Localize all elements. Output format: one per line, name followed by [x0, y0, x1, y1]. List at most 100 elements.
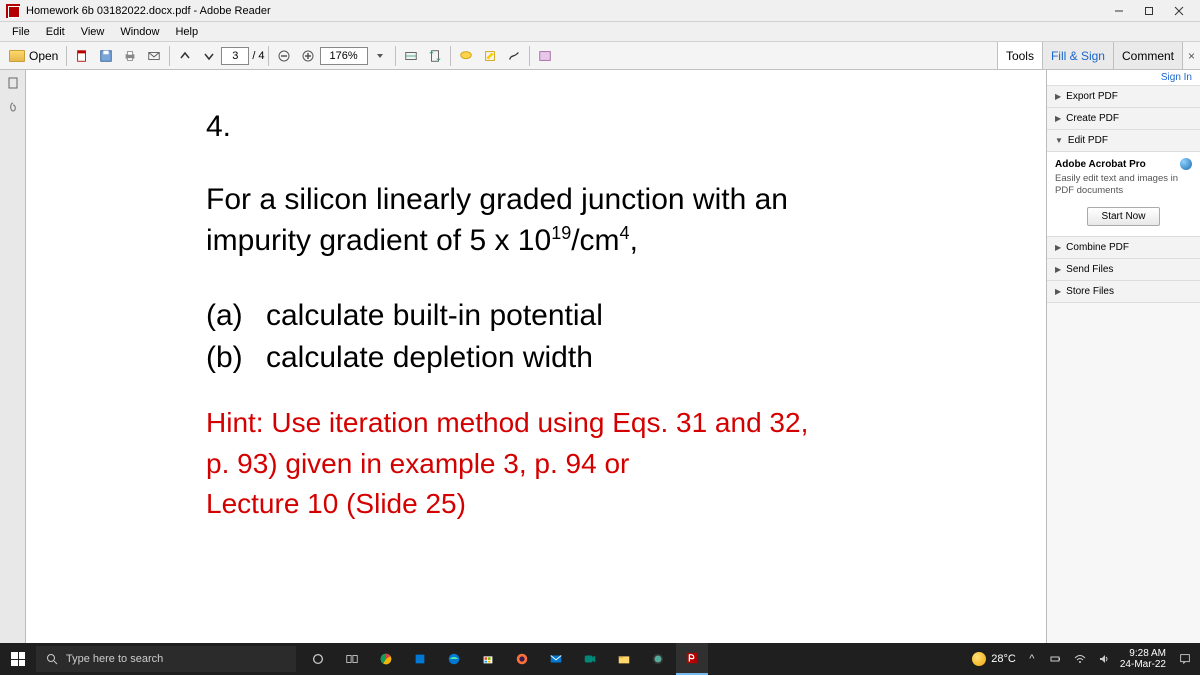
edit-pdf-panel: Adobe Acrobat Pro Easily edit text and i… — [1047, 152, 1200, 237]
app-icon[interactable] — [642, 643, 674, 675]
open-button[interactable]: Open — [5, 45, 62, 67]
sign-in-link[interactable]: Sign In — [1047, 70, 1200, 86]
zoom-out-button[interactable] — [273, 45, 295, 67]
file-explorer-icon[interactable] — [608, 643, 640, 675]
wifi-icon[interactable] — [1072, 651, 1088, 667]
menu-window[interactable]: Window — [112, 24, 167, 40]
menu-help[interactable]: Help — [167, 24, 206, 40]
taskbar-apps — [302, 643, 708, 675]
chevron-right-icon: ▶ — [1055, 243, 1061, 252]
print-button[interactable] — [119, 45, 141, 67]
question-number: 4. — [206, 110, 1046, 144]
zoom-in-button[interactable] — [297, 45, 319, 67]
edge-icon[interactable] — [438, 643, 470, 675]
battery-icon[interactable] — [1048, 651, 1064, 667]
close-button[interactable] — [1164, 1, 1194, 21]
highlight-tool-button[interactable] — [479, 45, 501, 67]
chrome-icon[interactable] — [370, 643, 402, 675]
tray-chevron-icon[interactable]: ^ — [1024, 651, 1040, 667]
start-button[interactable] — [0, 643, 36, 675]
attachments-icon[interactable] — [4, 98, 22, 116]
toolbar: Open / 4 Tools Fill & Sign Comment × — [0, 42, 1200, 70]
page-up-button[interactable] — [174, 45, 196, 67]
chevron-right-icon: ▶ — [1055, 114, 1061, 123]
firefox-icon[interactable] — [506, 643, 538, 675]
sun-icon — [972, 652, 986, 666]
item-b: (b)calculate depletion width — [206, 337, 1046, 379]
save-button[interactable] — [95, 45, 117, 67]
settings-icon[interactable] — [404, 643, 436, 675]
maximize-button[interactable] — [1134, 1, 1164, 21]
combine-pdf-section[interactable]: ▶Combine PDF — [1047, 237, 1200, 259]
export-pdf-section[interactable]: ▶Export PDF — [1047, 86, 1200, 108]
globe-icon — [1180, 158, 1192, 170]
taskbar-search[interactable]: Type here to search — [36, 646, 296, 672]
chevron-right-icon: ▶ — [1055, 287, 1061, 296]
minimize-button[interactable] — [1104, 1, 1134, 21]
menu-bar: File Edit View Window Help — [0, 22, 1200, 42]
comment-tool-button[interactable] — [455, 45, 477, 67]
page-separator: / — [249, 50, 258, 62]
meet-icon[interactable] — [574, 643, 606, 675]
zoom-dropdown[interactable] — [369, 45, 391, 67]
chevron-right-icon: ▶ — [1055, 265, 1061, 274]
search-placeholder: Type here to search — [66, 653, 163, 665]
menu-file[interactable]: File — [4, 24, 38, 40]
document-viewport[interactable]: 4. For a silicon linearly graded junctio… — [26, 70, 1046, 643]
window-title: Homework 6b 03182022.docx.pdf - Adobe Re… — [26, 5, 1104, 17]
windows-taskbar: Type here to search 28°C ^ 9:28 AM 24-Ma… — [0, 643, 1200, 675]
store-files-section[interactable]: ▶Store Files — [1047, 281, 1200, 303]
problem-paragraph: For a silicon linearly graded junction w… — [206, 180, 1046, 261]
email-button[interactable] — [143, 45, 165, 67]
mail-icon[interactable] — [540, 643, 572, 675]
create-pdf-button[interactable] — [71, 45, 93, 67]
zoom-input[interactable] — [320, 47, 368, 65]
notifications-icon[interactable] — [1174, 648, 1196, 670]
toolbar-separator — [169, 46, 170, 66]
adobe-reader-taskbar-icon[interactable] — [676, 643, 708, 675]
thumbnails-icon[interactable] — [4, 74, 22, 92]
page-number-input[interactable] — [221, 47, 249, 65]
menu-edit[interactable]: Edit — [38, 24, 73, 40]
tools-side-panel: Sign In ▶Export PDF ▶Create PDF ▼Edit PD… — [1046, 70, 1200, 643]
sign-tool-button[interactable] — [503, 45, 525, 67]
toolbar-close-button[interactable]: × — [1182, 42, 1200, 69]
fit-page-button[interactable] — [424, 45, 446, 67]
date: 24-Mar-22 — [1120, 659, 1166, 670]
time: 9:28 AM — [1120, 648, 1166, 659]
task-view-icon[interactable] — [336, 643, 368, 675]
volume-icon[interactable] — [1096, 651, 1112, 667]
toolbar-separator — [395, 46, 396, 66]
microsoft-store-icon[interactable] — [472, 643, 504, 675]
fit-width-button[interactable] — [400, 45, 422, 67]
hint-text: Hint: Use iteration method using Eqs. 31… — [206, 403, 1046, 525]
toolbar-separator — [268, 46, 269, 66]
tab-tools[interactable]: Tools — [997, 42, 1042, 69]
clock[interactable]: 9:28 AM 24-Mar-22 — [1120, 648, 1166, 670]
toolbar-separator — [450, 46, 451, 66]
send-files-section[interactable]: ▶Send Files — [1047, 259, 1200, 281]
acrobat-pro-title: Adobe Acrobat Pro — [1055, 159, 1146, 170]
toolbar-separator — [66, 46, 67, 66]
tab-fill-sign[interactable]: Fill & Sign — [1042, 42, 1113, 69]
acrobat-pro-description: Easily edit text and images in PDF docum… — [1055, 173, 1192, 197]
open-label: Open — [29, 49, 58, 63]
window-titlebar: Homework 6b 03182022.docx.pdf - Adobe Re… — [0, 0, 1200, 22]
create-pdf-section[interactable]: ▶Create PDF — [1047, 108, 1200, 130]
page-down-button[interactable] — [198, 45, 220, 67]
system-tray: 28°C ^ 9:28 AM 24-Mar-22 — [968, 643, 1200, 675]
adobe-reader-icon — [6, 4, 20, 18]
search-icon — [46, 653, 58, 665]
cortana-icon[interactable] — [302, 643, 334, 675]
toolbar-separator — [529, 46, 530, 66]
read-mode-button[interactable] — [534, 45, 556, 67]
tab-comment[interactable]: Comment — [1113, 42, 1182, 69]
edit-pdf-section[interactable]: ▼Edit PDF — [1047, 130, 1200, 152]
chevron-right-icon: ▶ — [1055, 92, 1061, 101]
start-now-button[interactable]: Start Now — [1087, 207, 1161, 226]
weather-widget[interactable]: 28°C — [972, 652, 1016, 666]
item-a: (a)calculate built-in potential — [206, 295, 1046, 337]
chevron-down-icon: ▼ — [1055, 136, 1063, 145]
pdf-page: 4. For a silicon linearly graded junctio… — [26, 70, 1046, 643]
menu-view[interactable]: View — [73, 24, 113, 40]
